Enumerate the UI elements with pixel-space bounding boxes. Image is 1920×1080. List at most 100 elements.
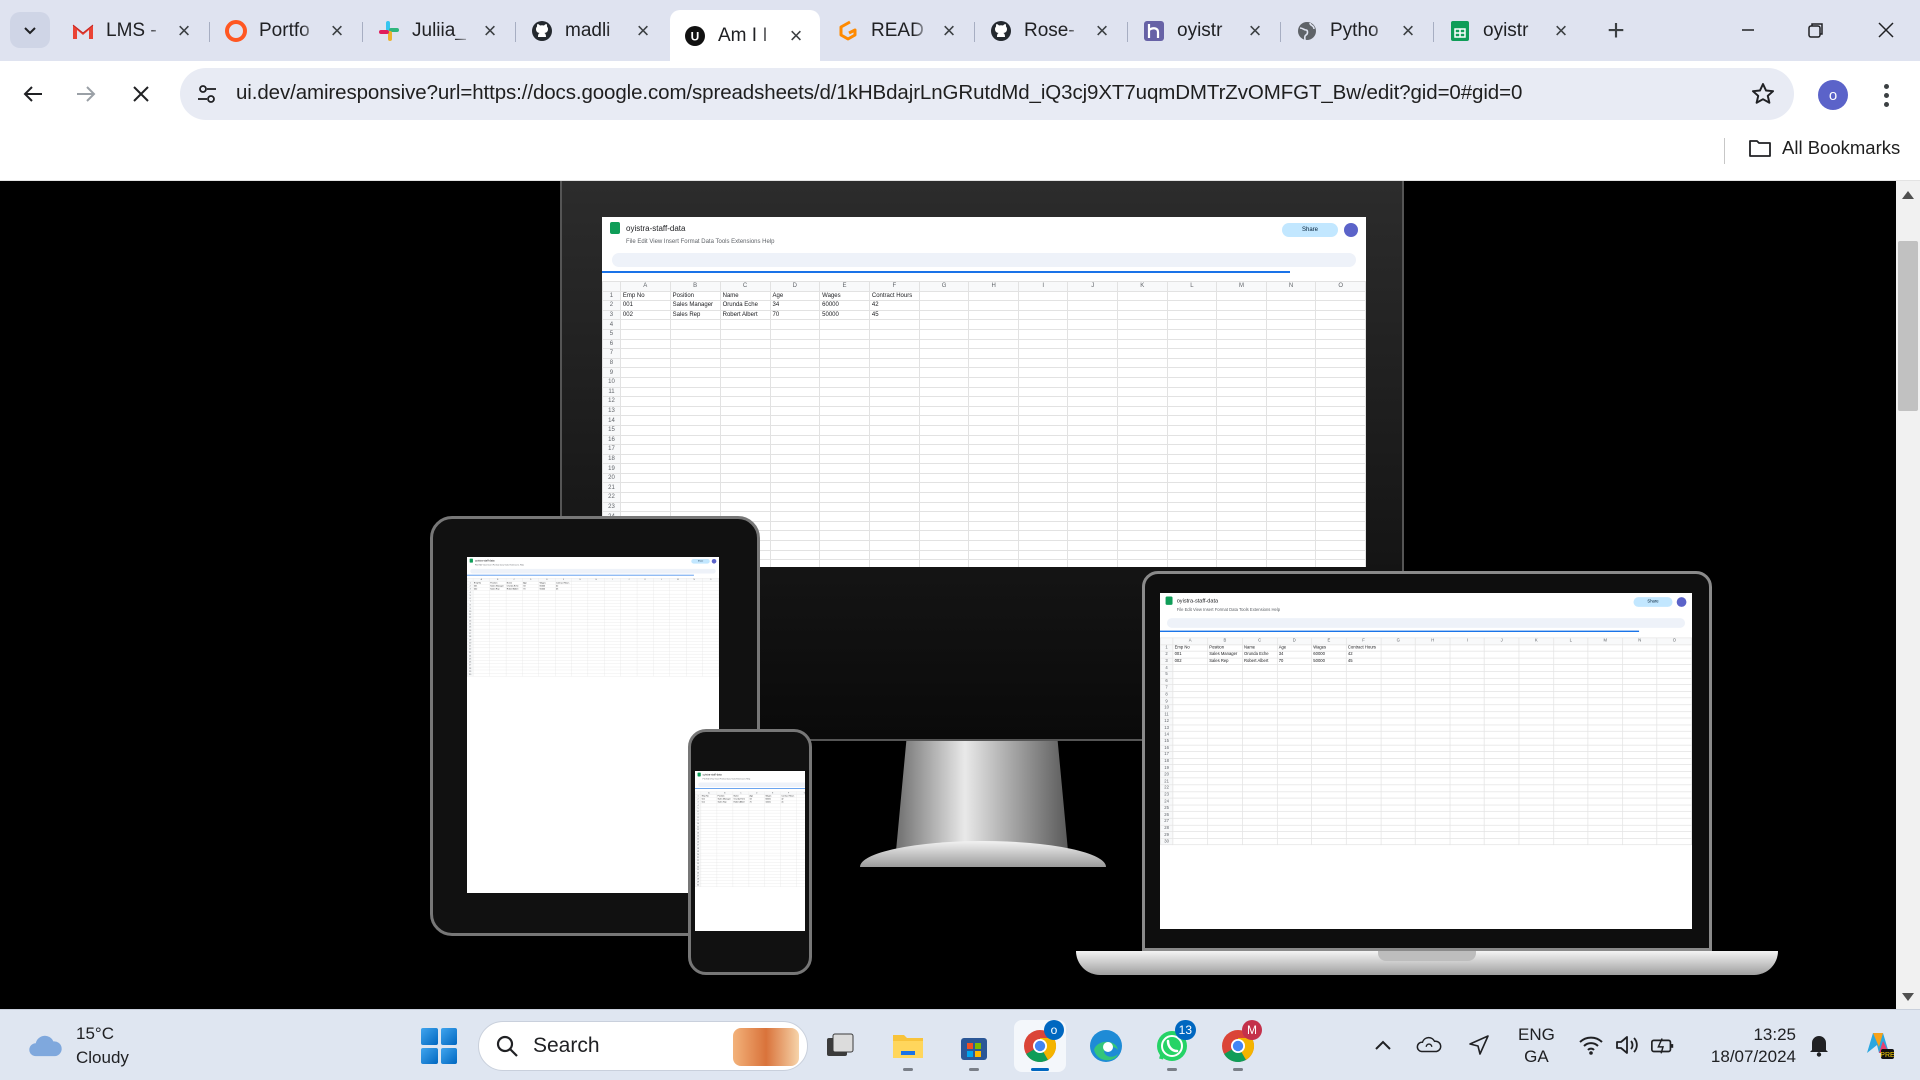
grid-cell[interactable] [1166,482,1218,494]
grid-cell[interactable] [1017,290,1069,302]
grid-cell[interactable] [669,501,721,513]
grid-cell[interactable] [769,415,821,426]
grid-cell[interactable] [968,472,1019,484]
grid-cell[interactable] [1067,405,1119,417]
grid-cell[interactable] [1518,777,1554,786]
grid-cell[interactable] [669,434,721,446]
sheet-toolbar[interactable] [470,568,716,574]
grid-cell[interactable] [1207,791,1243,799]
grid-cell[interactable] [1216,549,1267,561]
grid-cell[interactable] [819,357,870,369]
share-button[interactable]: Share [691,558,710,564]
grid-cell[interactable] [1345,817,1382,826]
grid-cell[interactable] [619,453,671,465]
grid-cell[interactable] [918,540,970,551]
grid-cell[interactable] [1265,453,1317,465]
grid-cell[interactable] [1345,757,1382,766]
tab-close-icon[interactable]: × [786,23,806,48]
grid-cell[interactable] [1587,717,1623,726]
grid-cell[interactable] [1518,824,1554,832]
grid-cell[interactable] [719,357,771,369]
grid-cell[interactable] [1276,777,1312,786]
grid-cell[interactable] [1345,791,1382,799]
grid-cell[interactable] [918,309,970,321]
grid-cell[interactable] [1449,650,1485,659]
grid-cell[interactable] [868,396,920,407]
grid-cell[interactable] [719,415,771,426]
grid-cell[interactable] [1415,804,1451,812]
grid-cell[interactable] [1172,677,1208,686]
grid-cell[interactable] [719,376,771,388]
grid-cell[interactable] [1380,751,1416,759]
grid-cell[interactable] [1265,328,1317,340]
grid-cell[interactable] [1172,704,1208,712]
grid-cell[interactable] [1311,670,1347,679]
grid-cell[interactable]: Contract Hours [1345,644,1382,652]
grid-cell[interactable] [1587,764,1623,772]
grid-cell[interactable]: Emp No [619,290,671,302]
grid-cell[interactable] [1276,717,1312,726]
grid-cell[interactable] [1207,811,1243,819]
grid-cell[interactable] [1017,511,1069,522]
grid-cell[interactable] [1553,670,1589,679]
grid-cell[interactable] [968,357,1019,369]
grid-cell[interactable] [1315,309,1366,321]
grid-cell[interactable] [1415,670,1451,679]
grid-cell[interactable] [769,540,821,551]
grid-cell[interactable] [1553,777,1589,786]
grid-cell[interactable] [1380,724,1416,732]
grid-cell[interactable] [1380,717,1416,726]
grid-cell[interactable] [1172,744,1208,752]
battery-charging-icon[interactable] [1650,1032,1676,1058]
grid-cell[interactable] [1415,724,1451,732]
grid-cell[interactable] [1315,472,1366,484]
row-number[interactable]: 19 [1160,764,1174,772]
grid-cell[interactable] [868,530,920,542]
grid-cell[interactable] [769,530,821,542]
grid-cell[interactable] [1415,704,1451,712]
row-number[interactable]: 15 [1160,737,1174,746]
grid-cell[interactable] [769,376,821,388]
grid-cell[interactable] [1553,771,1589,779]
grid-cell[interactable] [1315,386,1366,398]
grid-cell[interactable] [1017,549,1069,561]
grid-cell[interactable] [1276,744,1312,752]
grid-cell[interactable] [1484,817,1520,826]
grid-cell[interactable] [1207,751,1243,759]
grid-cell[interactable] [1017,463,1069,474]
grid-cell[interactable] [1553,677,1589,686]
grid-cell[interactable] [1166,357,1218,369]
column-header[interactable]: G [918,281,970,292]
grid-cell[interactable] [1311,697,1347,706]
grid-cell[interactable] [1345,717,1382,726]
show-hidden-icons-chevron-up-icon[interactable] [1370,1032,1396,1058]
grid-cell[interactable]: Age [769,290,821,302]
grid-cell[interactable] [868,540,920,551]
grid-cell[interactable] [1315,559,1366,567]
grid-cell[interactable] [1166,472,1218,484]
grid-cell[interactable]: 34 [769,300,821,311]
grid-cell[interactable] [1311,711,1347,719]
grid-cell[interactable] [918,290,970,302]
browser-tab[interactable]: Portfo × [211,10,361,52]
grid-cell[interactable] [1265,501,1317,513]
grid-cell[interactable] [1172,764,1208,772]
grid-cell[interactable] [1172,711,1208,719]
grid-cell[interactable] [1311,684,1347,692]
grid-cell[interactable] [1380,697,1416,706]
browser-tab[interactable]: madli × [517,10,667,52]
grid-cell[interactable] [619,472,671,484]
grid-cell[interactable] [1276,811,1312,819]
row-number[interactable]: 14 [1160,731,1174,739]
grid-cell[interactable] [1656,670,1692,679]
grid-cell[interactable] [1484,811,1520,819]
grid-cell[interactable] [968,463,1019,474]
grid-cell[interactable] [1622,657,1658,665]
grid-cell[interactable]: Sales Rep [1207,657,1243,665]
grid-cell[interactable] [1265,540,1317,551]
grid-cell[interactable] [1166,453,1218,465]
grid-cell[interactable] [1276,724,1312,732]
grid-cell[interactable] [1017,530,1069,542]
grid-cell[interactable] [1216,472,1267,484]
sheet-toolbar[interactable] [612,253,1356,267]
